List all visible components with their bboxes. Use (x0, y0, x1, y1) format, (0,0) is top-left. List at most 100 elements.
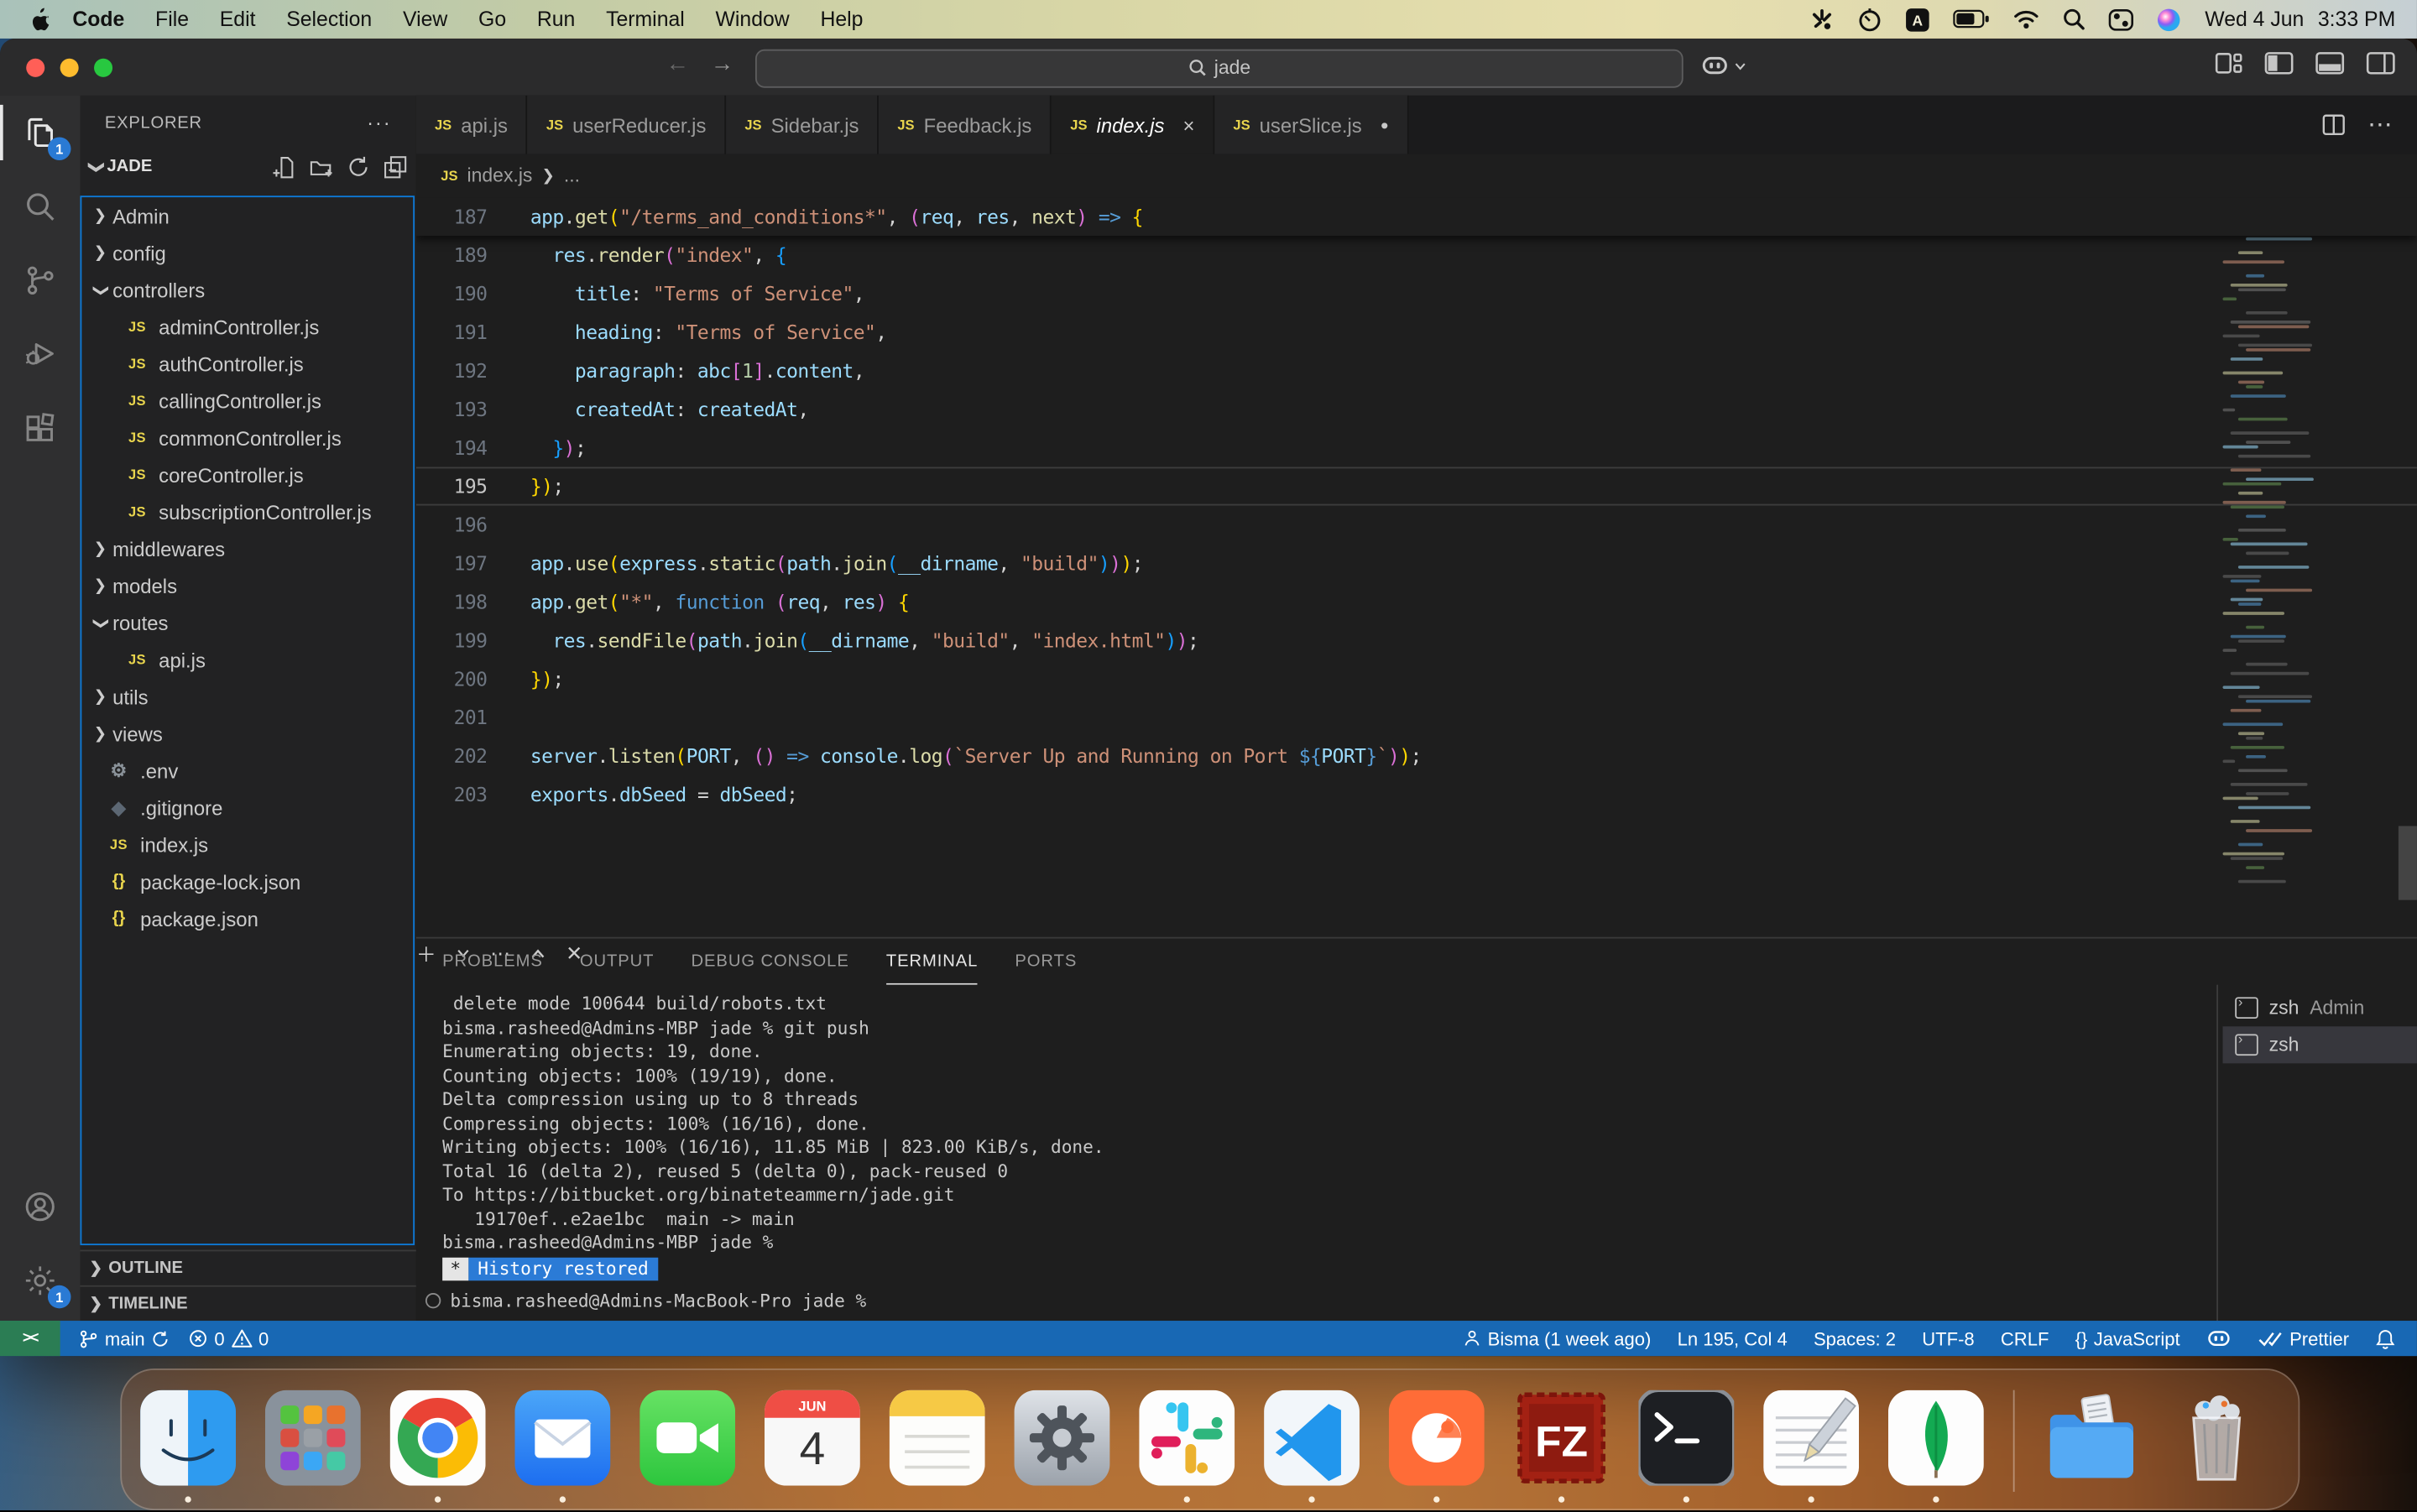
toggle-panel-icon[interactable] (2315, 51, 2345, 76)
tree-item-config[interactable]: ❯config (81, 234, 413, 271)
dock-calendar[interactable]: JUN4 (765, 1370, 860, 1512)
minimap[interactable] (2223, 201, 2396, 894)
dock-mongodb[interactable] (1888, 1370, 1984, 1512)
eol-item[interactable]: CRLF (2001, 1327, 2049, 1349)
sticky-scroll-line[interactable]: 187app.get("/terms_and_conditions*", (re… (416, 197, 2417, 236)
copilot-status-icon[interactable] (2206, 1327, 2232, 1350)
dock-trash[interactable] (2169, 1370, 2264, 1512)
panel-tab-terminal[interactable]: TERMINAL (886, 939, 979, 985)
terminal-list-item-zsh[interactable]: zsh (2223, 1026, 2417, 1063)
remote-indicator[interactable]: >< (0, 1321, 60, 1356)
tab-Feedback.js[interactable]: JSFeedback.js (879, 96, 1052, 154)
tree-item-adminController.js[interactable]: JSadminController.js (81, 308, 413, 345)
toggle-sidebar-icon[interactable] (2264, 51, 2294, 76)
siri-icon[interactable] (2157, 7, 2181, 31)
dock-finder[interactable] (140, 1370, 236, 1512)
code-line-202[interactable]: 202server.listen(PORT, () => console.log… (416, 737, 2417, 775)
terminal-list-item-zsh-admin[interactable]: zshAdmin (2223, 989, 2417, 1026)
menu-app[interactable]: Code (51, 8, 140, 31)
project-section-header[interactable]: ❯ JADE (81, 149, 416, 183)
dock-filezilla[interactable]: FZ (1514, 1370, 1610, 1512)
tab-index.js[interactable]: JSindex.js× (1052, 96, 1214, 154)
panel-tab-debug-console[interactable]: DEBUG CONSOLE (692, 939, 849, 985)
tree-item-coreController.js[interactable]: JScoreController.js (81, 456, 413, 493)
dock-notes[interactable] (890, 1370, 985, 1512)
editor-scrollbar[interactable] (2399, 826, 2417, 899)
code-line-195[interactable]: 195}); (416, 467, 2417, 506)
menu-go[interactable]: Go (463, 8, 522, 31)
tree-item-package-lock.json[interactable]: {}package-lock.json (81, 863, 413, 900)
tree-item-.env[interactable]: ⚙.env (81, 752, 413, 789)
language-item[interactable]: {}JavaScript (2075, 1327, 2180, 1349)
activitybar-source-control[interactable] (0, 243, 81, 317)
tree-item-views[interactable]: ❯views (81, 715, 413, 752)
dock-settings[interactable] (1015, 1370, 1110, 1512)
menu-run[interactable]: Run (521, 8, 590, 31)
toggle-secondary-sidebar-icon[interactable] (2366, 51, 2395, 76)
tab-Sidebar.js[interactable]: JSSidebar.js (726, 96, 879, 154)
tree-item-routes[interactable]: ❯routes (81, 604, 413, 641)
explorer-more-icon[interactable]: ··· (367, 111, 391, 134)
code-line-200[interactable]: 200}); (416, 660, 2417, 698)
dock-facetime[interactable] (639, 1370, 735, 1512)
tree-item-subscriptionController.js[interactable]: JSsubscriptionController.js (81, 493, 413, 530)
outline-section[interactable]: ❯OUTLINE (81, 1250, 416, 1285)
spotlight-icon[interactable] (2063, 8, 2086, 31)
split-editor-icon[interactable] (2321, 112, 2346, 137)
menu-selection[interactable]: Selection (271, 8, 388, 31)
problems-item[interactable]: 0 0 (188, 1327, 269, 1349)
tree-item-package.json[interactable]: {}package.json (81, 900, 413, 937)
code-line-191[interactable]: 191 heading: "Terms of Service", (416, 313, 2417, 352)
breadcrumb[interactable]: JS index.js ❯ ... (416, 154, 2417, 197)
dock-postman[interactable] (1389, 1370, 1485, 1512)
menu-help[interactable]: Help (805, 8, 879, 31)
activitybar-explorer[interactable]: 1 (0, 96, 81, 169)
menubar-clock[interactable]: Wed 4 Jun3:33 PM (2205, 8, 2395, 31)
accounts-icon[interactable] (0, 1170, 81, 1243)
terminal-output[interactable]: delete mode 100644 build/robots.txtbisma… (442, 993, 2201, 1280)
code-line-192[interactable]: 192 paragraph: abc[1].content, (416, 352, 2417, 390)
code-line-194[interactable]: 194 }); (416, 429, 2417, 467)
tab-userReducer.js[interactable]: JSuserReducer.js (528, 96, 726, 154)
wifi-icon[interactable] (2014, 9, 2040, 29)
dock-vscode[interactable] (1264, 1370, 1360, 1512)
activitybar-run-debug[interactable] (0, 317, 81, 391)
code-line-193[interactable]: 193 createdAt: createdAt, (416, 390, 2417, 429)
code-line-203[interactable]: 203exports.dbSeed = dbSeed; (416, 775, 2417, 814)
panel-tab-problems[interactable]: PROBLEMS (442, 939, 543, 985)
nav-forward-button[interactable]: → (711, 51, 734, 77)
nav-back-button[interactable]: ← (666, 51, 689, 77)
terminal-list-divider[interactable] (2216, 985, 2218, 1321)
screen-time-icon[interactable] (1858, 7, 1882, 31)
branch-item[interactable]: main (79, 1327, 170, 1349)
timeline-section[interactable]: ❯TIMELINE (81, 1285, 416, 1321)
terminal-prompt-row[interactable]: bisma.rasheed@Admins-MacBook-Pro jade % (425, 1290, 866, 1311)
refresh-icon[interactable] (347, 155, 370, 179)
menu-window[interactable]: Window (700, 8, 805, 31)
sync-icon[interactable] (151, 1329, 170, 1348)
tab-userSlice.js[interactable]: JSuserSlice.js● (1214, 96, 1408, 154)
apple-menu-icon[interactable] (28, 6, 51, 32)
command-center-search[interactable]: jade (755, 49, 1684, 87)
code-line-187[interactable]: 187app.get("/terms_and_conditions*", (re… (416, 197, 2417, 236)
code-line-196[interactable]: 196 (416, 505, 2417, 544)
activitybar-extensions[interactable] (0, 392, 81, 466)
activitybar-search[interactable] (0, 169, 81, 243)
code-editor[interactable]: 187app.get("/terms_and_conditions*", (re… (416, 197, 2417, 937)
tree-item-api.js[interactable]: JSapi.js (81, 641, 413, 678)
prettier-item[interactable]: Prettier (2258, 1327, 2349, 1349)
app-status-icon[interactable] (1810, 7, 1835, 31)
tree-item-commonController.js[interactable]: JScommonController.js (81, 420, 413, 456)
dock-textedit[interactable] (1763, 1370, 1859, 1512)
editor-more-icon[interactable]: ⋯ (2367, 109, 2392, 140)
code-line-189[interactable]: 189 res.render("index", { (416, 236, 2417, 274)
dock-downloads[interactable] (2044, 1370, 2139, 1512)
dock-mail[interactable] (514, 1370, 610, 1512)
panel-tab-output[interactable]: OUTPUT (580, 939, 655, 985)
git-blame-item[interactable]: Bisma (1 week ago) (1463, 1327, 1651, 1349)
tree-item-index.js[interactable]: JSindex.js (81, 826, 413, 863)
tree-item-controllers[interactable]: ❯controllers (81, 271, 413, 308)
menu-view[interactable]: View (388, 8, 463, 31)
tree-item-Admin[interactable]: ❯Admin (81, 197, 413, 234)
tab-api.js[interactable]: JSapi.js (416, 96, 528, 154)
